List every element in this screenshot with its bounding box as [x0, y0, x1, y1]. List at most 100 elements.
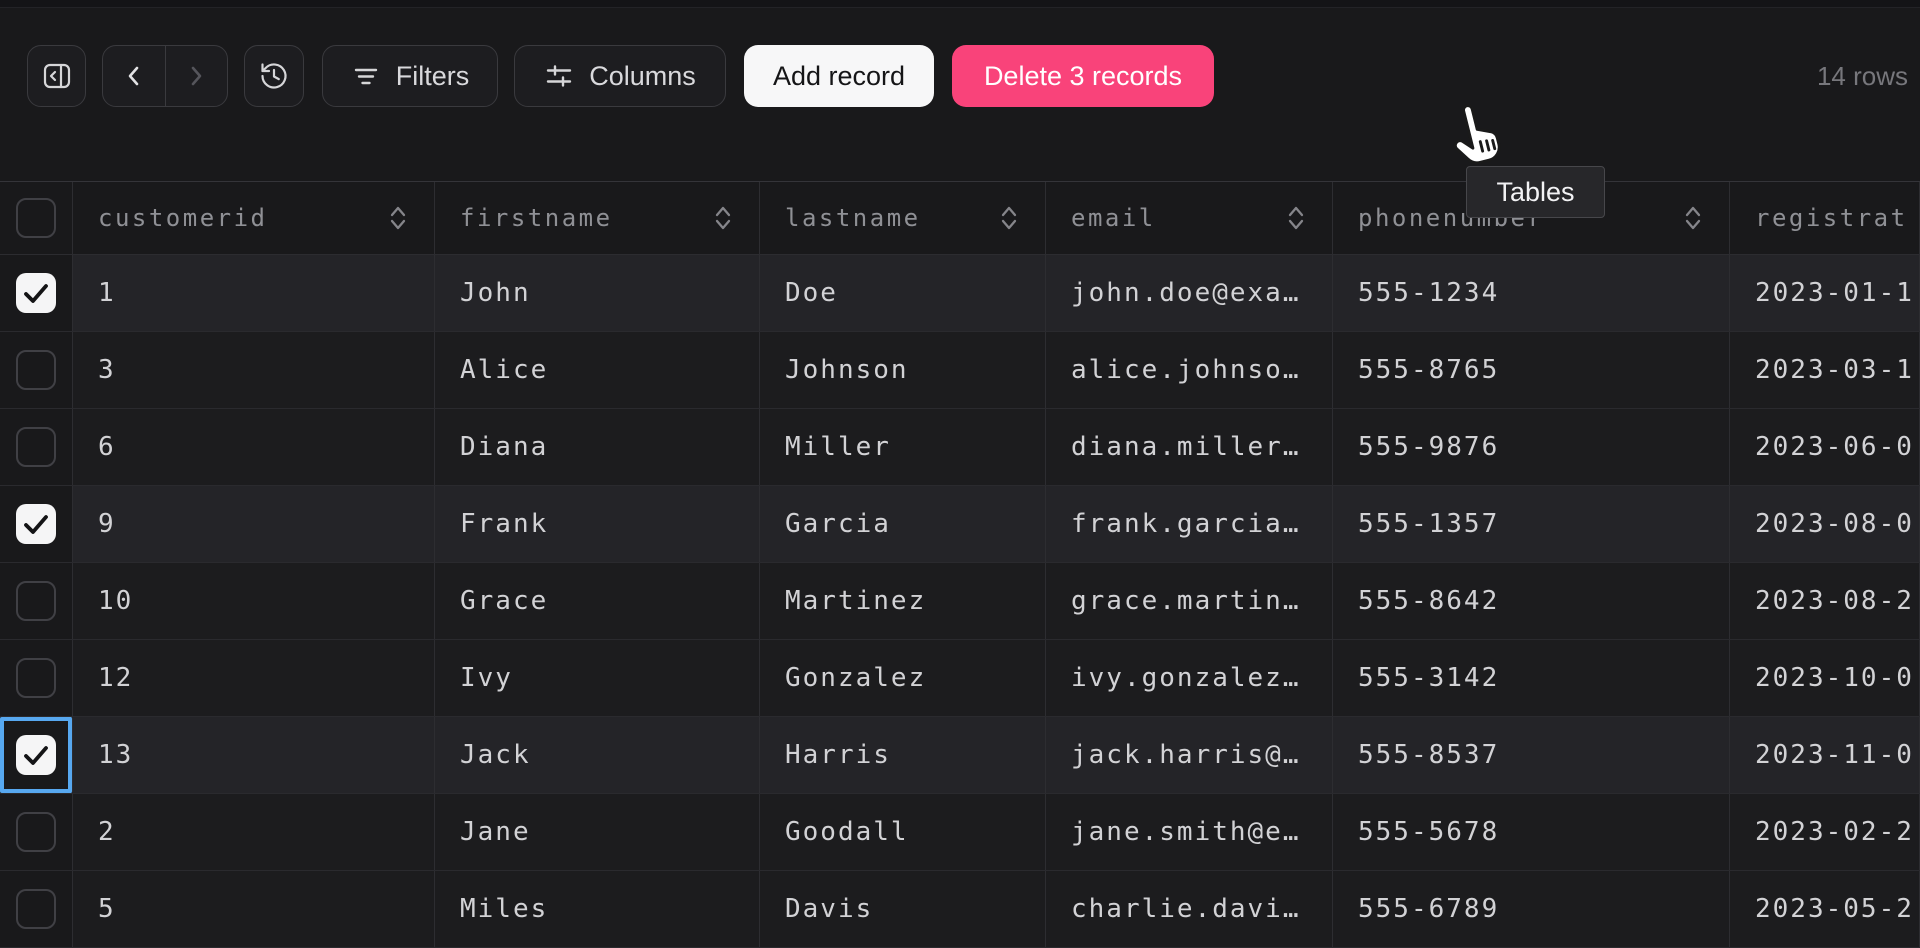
cell-firstname[interactable]: Grace [435, 563, 760, 639]
cell-firstname[interactable]: Diana [435, 409, 760, 485]
cell-lastname[interactable]: Davis [760, 871, 1046, 947]
cell-registrat[interactable]: 2023-02-2 [1730, 794, 1920, 870]
cell-firstname[interactable]: Jane [435, 794, 760, 870]
row-checkbox-cell[interactable] [0, 717, 73, 793]
cell-customerid[interactable]: 5 [73, 871, 435, 947]
cell-phonenumber[interactable]: 555-8537 [1333, 717, 1730, 793]
cell-phonenumber[interactable]: 555-9876 [1333, 409, 1730, 485]
cell-email[interactable]: diana.miller… [1046, 409, 1333, 485]
cell-firstname[interactable]: Jack [435, 717, 760, 793]
cell-registrat[interactable]: 2023-01-1 [1730, 255, 1920, 331]
cell-customerid[interactable]: 12 [73, 640, 435, 716]
table-header-row: customeridfirstnamelastnameemailphonenum… [0, 181, 1920, 255]
filters-button[interactable]: Filters [322, 45, 498, 107]
cell-registrat[interactable]: 2023-05-2 [1730, 871, 1920, 947]
row-checkbox-cell[interactable] [0, 332, 73, 408]
cell-customerid[interactable]: 1 [73, 255, 435, 331]
cell-lastname[interactable]: Johnson [760, 332, 1046, 408]
back-button[interactable] [103, 46, 165, 106]
cell-email[interactable]: charlie.davi… [1046, 871, 1333, 947]
forward-button[interactable] [165, 46, 227, 106]
cell-email[interactable]: john.doe@exa… [1046, 255, 1333, 331]
columns-button[interactable]: Columns [514, 45, 726, 107]
row-checkbox-cell[interactable] [0, 563, 73, 639]
cursor-pointer [1439, 97, 1510, 171]
cell-phonenumber[interactable]: 555-3142 [1333, 640, 1730, 716]
cell-customerid[interactable]: 9 [73, 486, 435, 562]
column-header-customerid[interactable]: customerid [73, 182, 435, 254]
chevron-left-icon [119, 61, 149, 91]
add-record-button[interactable]: Add record [744, 45, 934, 107]
cell-registrat[interactable]: 2023-06-0 [1730, 409, 1920, 485]
row-checkbox[interactable] [16, 735, 56, 775]
cell-phonenumber[interactable]: 555-5678 [1333, 794, 1730, 870]
cell-lastname[interactable]: Doe [760, 255, 1046, 331]
cell-phonenumber[interactable]: 555-1357 [1333, 486, 1730, 562]
cell-phonenumber[interactable]: 555-6789 [1333, 871, 1730, 947]
cell-lastname[interactable]: Gonzalez [760, 640, 1046, 716]
cell-lastname[interactable]: Garcia [760, 486, 1046, 562]
cell-firstname[interactable]: Miles [435, 871, 760, 947]
column-header-firstname[interactable]: firstname [435, 182, 760, 254]
cell-phonenumber[interactable]: 555-1234 [1333, 255, 1730, 331]
cell-phonenumber[interactable]: 555-8642 [1333, 563, 1730, 639]
sort-icon [713, 202, 733, 234]
add-record-label: Add record [773, 61, 905, 92]
cell-customerid[interactable]: 13 [73, 717, 435, 793]
row-checkbox[interactable] [16, 350, 56, 390]
row-checkbox[interactable] [16, 812, 56, 852]
cell-registrat[interactable]: 2023-03-1 [1730, 332, 1920, 408]
sliders-icon [544, 61, 574, 91]
cell-email[interactable]: frank.garcia… [1046, 486, 1333, 562]
cell-registrat[interactable]: 2023-08-0 [1730, 486, 1920, 562]
table-body: 1JohnDoejohn.doe@exa…555-12342023-01-1 3A… [0, 255, 1920, 948]
cell-lastname[interactable]: Martinez [760, 563, 1046, 639]
row-checkbox[interactable] [16, 581, 56, 621]
cell-email[interactable]: grace.martin… [1046, 563, 1333, 639]
row-checkbox-cell[interactable] [0, 640, 73, 716]
delete-records-button[interactable]: Delete 3 records [952, 45, 1214, 107]
column-label: lastname [785, 204, 921, 232]
cell-lastname[interactable]: Harris [760, 717, 1046, 793]
cell-firstname[interactable]: Frank [435, 486, 760, 562]
cell-customerid[interactable]: 10 [73, 563, 435, 639]
cell-customerid[interactable]: 3 [73, 332, 435, 408]
row-checkbox[interactable] [16, 889, 56, 929]
cell-customerid[interactable]: 2 [73, 794, 435, 870]
cell-firstname[interactable]: Alice [435, 332, 760, 408]
toolbar: Filters Columns Add record Delete 3 reco… [27, 45, 1920, 107]
row-checkbox[interactable] [16, 273, 56, 313]
row-checkbox-cell[interactable] [0, 486, 73, 562]
cell-firstname[interactable]: Ivy [435, 640, 760, 716]
row-checkbox-cell[interactable] [0, 794, 73, 870]
cell-phonenumber[interactable]: 555-8765 [1333, 332, 1730, 408]
cell-email[interactable]: jane.smith@e… [1046, 794, 1333, 870]
row-checkbox-cell[interactable] [0, 255, 73, 331]
sort-icon [388, 202, 408, 234]
history-nav-group [102, 45, 228, 107]
column-header-registrat[interactable]: registrat [1730, 182, 1920, 254]
history-button[interactable] [244, 45, 304, 107]
cell-registrat[interactable]: 2023-10-0 [1730, 640, 1920, 716]
sidebar-toggle-button[interactable] [27, 45, 86, 107]
checkmark-icon [16, 273, 56, 313]
row-checkbox-cell[interactable] [0, 409, 73, 485]
cell-firstname[interactable]: John [435, 255, 760, 331]
cell-email[interactable]: jack.harris@… [1046, 717, 1333, 793]
row-checkbox[interactable] [16, 427, 56, 467]
cell-customerid[interactable]: 6 [73, 409, 435, 485]
row-checkbox[interactable] [16, 658, 56, 698]
cell-email[interactable]: alice.johnso… [1046, 332, 1333, 408]
row-checkbox[interactable] [16, 504, 56, 544]
select-all-checkbox[interactable] [16, 198, 56, 238]
chevron-right-icon [181, 61, 211, 91]
row-checkbox-cell[interactable] [0, 871, 73, 947]
select-all-checkbox-cell[interactable] [0, 182, 73, 254]
cell-registrat[interactable]: 2023-08-2 [1730, 563, 1920, 639]
cell-lastname[interactable]: Goodall [760, 794, 1046, 870]
cell-lastname[interactable]: Miller [760, 409, 1046, 485]
cell-email[interactable]: ivy.gonzalez… [1046, 640, 1333, 716]
column-header-email[interactable]: email [1046, 182, 1333, 254]
column-header-lastname[interactable]: lastname [760, 182, 1046, 254]
cell-registrat[interactable]: 2023-11-0 [1730, 717, 1920, 793]
